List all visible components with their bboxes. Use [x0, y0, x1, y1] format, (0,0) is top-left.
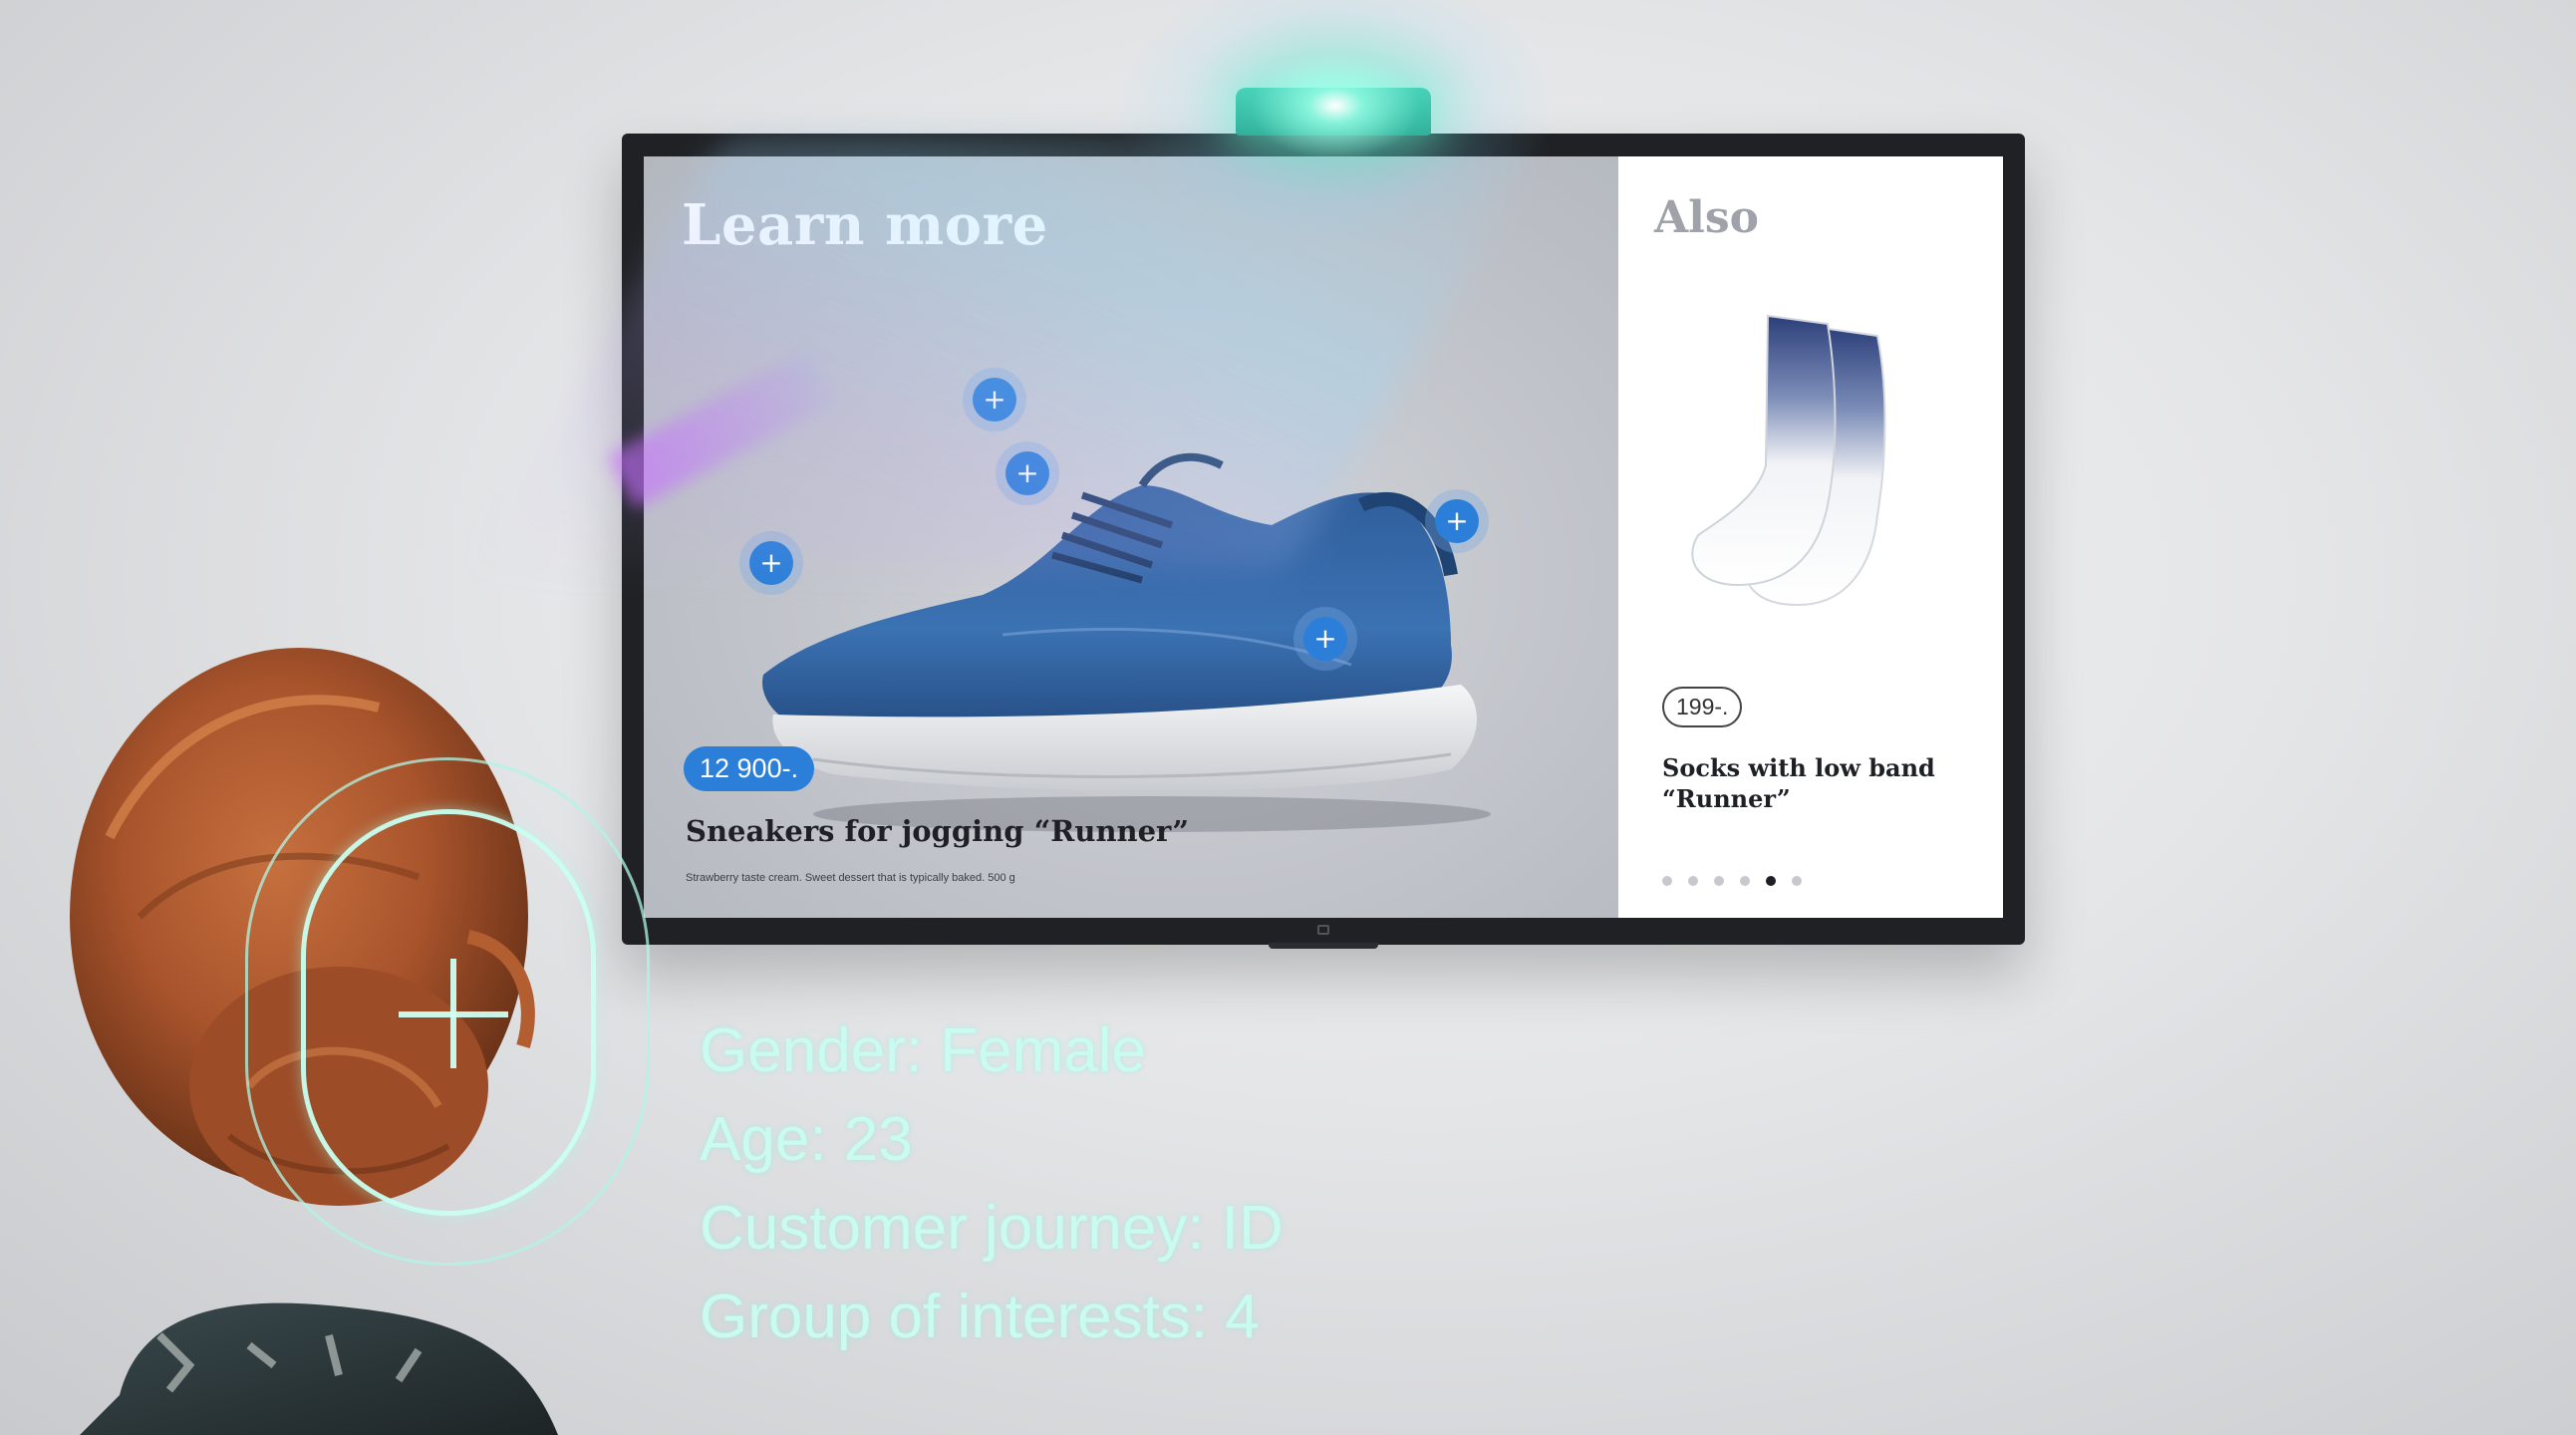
tv-logo-icon: [1317, 925, 1329, 935]
viewer-interests: Group of interests: 4: [700, 1283, 1260, 1351]
carousel-dot[interactable]: [1688, 876, 1698, 886]
viewer-journey: Customer journey: ID: [700, 1194, 1284, 1263]
camera-icon: [1236, 88, 1431, 136]
plus-icon-vertical: [450, 959, 456, 1068]
hotspot-toe-button[interactable]: +: [749, 541, 793, 585]
scene: Learn more + + + + + 12 900-. Sneakers f…: [0, 0, 2576, 1435]
carousel-dot[interactable]: [1740, 876, 1750, 886]
related-product-panel[interactable]: Also 199-. Socks with low band “Runner”: [1618, 156, 2003, 918]
carousel-dots[interactable]: [1662, 876, 1802, 886]
related-price-badge: 199-.: [1662, 687, 1743, 727]
sneaker-image: [762, 452, 1491, 832]
product-name: Sneakers for jogging “Runner”: [686, 814, 1190, 848]
related-title: Also: [1654, 192, 1759, 243]
hotspot-heel-button[interactable]: +: [1435, 499, 1479, 543]
carousel-dot[interactable]: [1714, 876, 1724, 886]
page-title: Learn more: [682, 192, 1048, 258]
hotspot-upper-button[interactable]: +: [1005, 451, 1049, 495]
hotspot-laces-button[interactable]: +: [973, 378, 1016, 422]
viewer-info: Gender: Female Age: 23 Customer journey:…: [700, 1006, 1284, 1361]
carousel-dot-active[interactable]: [1766, 876, 1776, 886]
main-product-panel: Learn more + + + + + 12 900-. Sneakers f…: [644, 156, 1618, 918]
carousel-dot[interactable]: [1662, 876, 1672, 886]
viewer-gender: Gender: Female: [700, 1016, 1146, 1085]
product-description: Strawberry taste cream. Sweet dessert th…: [686, 872, 1015, 884]
carousel-dot[interactable]: [1792, 876, 1802, 886]
hotspot-sole-button[interactable]: +: [1303, 617, 1347, 661]
tv-bottom-bar: [1269, 943, 1378, 949]
tv-screen: Learn more + + + + + 12 900-. Sneakers f…: [644, 156, 2003, 918]
price-badge: 12 900-.: [684, 746, 815, 791]
sock-image: [1691, 314, 1886, 607]
related-product-name: Socks with low band “Runner”: [1662, 753, 1935, 813]
viewer-age: Age: 23: [700, 1105, 913, 1174]
